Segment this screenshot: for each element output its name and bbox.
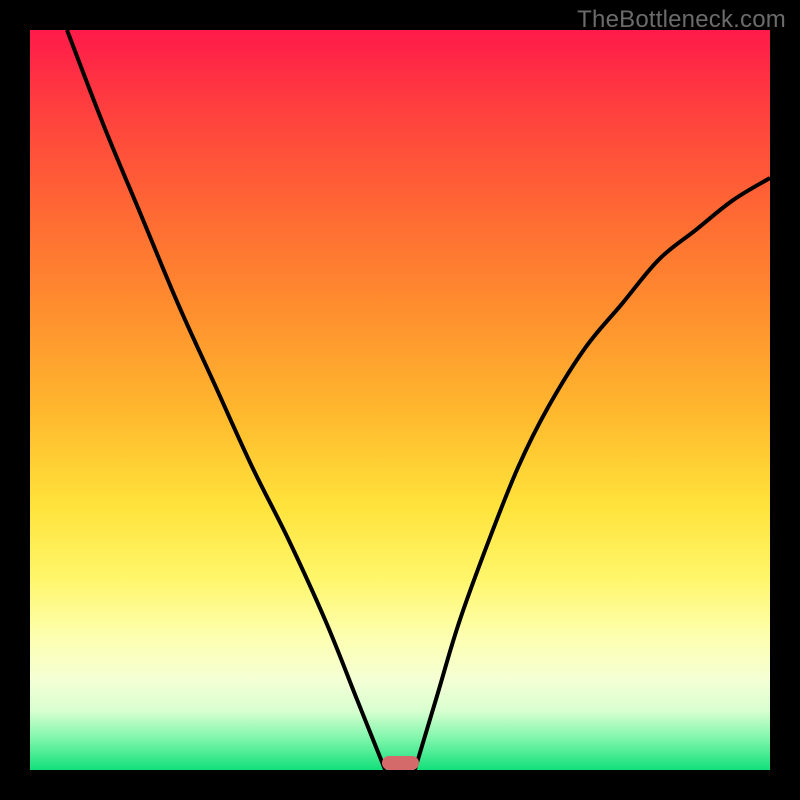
left-curve	[67, 30, 385, 770]
chart-svg	[30, 30, 770, 770]
bottleneck-marker	[382, 756, 419, 770]
chart-frame	[30, 30, 770, 770]
watermark-text: TheBottleneck.com	[577, 6, 786, 34]
right-curve	[415, 178, 770, 770]
